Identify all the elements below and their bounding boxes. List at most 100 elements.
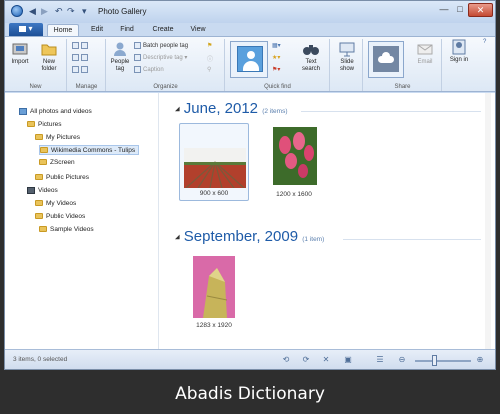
collapse-arrow-icon: ◢ [175, 234, 180, 241]
nav-videos[interactable]: Videos [27, 186, 58, 196]
group-label-manage: Manage [75, 84, 98, 90]
caption-label: Caption [143, 67, 164, 74]
help-icon[interactable]: ? [483, 39, 486, 45]
quick-access-dropdown-icon[interactable]: ▾ [82, 6, 87, 17]
nav-wikimedia-tulips[interactable]: Wikimedia Commons - Tulips [39, 145, 140, 155]
nav-label: Sample Videos [50, 226, 94, 233]
delete-icon[interactable]: ✕ [321, 355, 331, 365]
cactus-flower-photo [193, 256, 235, 318]
main-area: All photos and videos Pictures My Pictur… [5, 93, 495, 349]
new-folder-icon [41, 44, 57, 56]
people-gallery-box[interactable] [230, 41, 268, 78]
forward-icon[interactable]: ▶ [41, 6, 48, 17]
sign-in-button[interactable]: Sign in [445, 39, 473, 64]
group-header-september-2009[interactable]: ◢ September, 2009 (1 item) [175, 228, 324, 245]
slideshow-icon[interactable]: ▣ [343, 355, 353, 365]
group-divider [301, 111, 481, 112]
close-button[interactable]: ✕ [468, 3, 493, 17]
nav-pictures[interactable]: Pictures [27, 120, 61, 130]
text-search-button[interactable]: Text search [296, 41, 326, 73]
properties-icon [72, 54, 79, 61]
people-tag-button[interactable]: People tag [109, 41, 131, 73]
filter-flag-icon[interactable]: ⚑▾ [272, 66, 280, 73]
filter-people-icon[interactable]: ▦▾ [272, 42, 281, 49]
caption-icon [134, 66, 141, 73]
ribbon-tabs: ▾ Home Edit Find Create View [5, 23, 495, 37]
photo-gallery-window: ◀ ▶ ↶ ↷ ▾ Photo Gallery — □ ✕ ▾ Home Edi… [4, 0, 496, 370]
app-icon[interactable] [11, 5, 23, 17]
ribbon-group-share: Email Share [364, 39, 442, 91]
ribbon: Import New folder New Manage People tag … [5, 36, 495, 92]
nav-label: All photos and videos [30, 108, 92, 115]
ribbon-group-new: Import New folder New [5, 39, 67, 91]
minimize-button[interactable]: — [436, 3, 452, 17]
back-icon[interactable]: ◀ [29, 6, 36, 17]
nav-label: Public Pictures [46, 174, 89, 181]
redo-icon[interactable]: ↷ [67, 6, 75, 17]
binoculars-icon [303, 45, 319, 55]
maximize-button[interactable]: □ [452, 3, 468, 17]
file-menu-button[interactable]: ▾ [9, 23, 43, 36]
nav-label: ZScreen [50, 159, 75, 166]
sign-in-icon [452, 39, 466, 55]
group-header-june-2012[interactable]: ◢ June, 2012 (2 items) [175, 100, 287, 117]
image-dimensions: 900 x 600 [199, 190, 229, 197]
manage-row-3[interactable] [72, 66, 90, 73]
undo-icon[interactable]: ↶ [55, 6, 63, 17]
image-dimensions: 1200 x 1600 [276, 191, 312, 198]
flag-icon[interactable]: ⚑ [207, 42, 212, 49]
filter-rating-icon[interactable]: ★▾ [272, 54, 280, 61]
vertical-scrollbar[interactable] [485, 93, 491, 349]
tulip-field-photo [184, 148, 246, 188]
slide-show-button[interactable]: Slide show [333, 41, 361, 73]
rotate-right-icon[interactable]: ⟳ [301, 355, 311, 365]
zoom-out-icon[interactable]: ⊖ [397, 355, 407, 365]
nav-zscreen[interactable]: ZScreen [39, 158, 75, 168]
import-button[interactable]: Import [8, 41, 32, 66]
delete-icon [81, 66, 88, 73]
nav-all-photos[interactable]: All photos and videos [19, 107, 92, 117]
skydrive-icon [373, 46, 399, 72]
descriptive-tag-button[interactable]: Descriptive tag ▾ [134, 54, 187, 61]
text-search-label: Text search [301, 59, 320, 72]
footer-caption: Abadis Dictionary [0, 372, 500, 414]
person-icon [237, 46, 263, 72]
caption-button[interactable]: Caption [134, 66, 164, 73]
zoom-slider-thumb[interactable] [432, 355, 437, 366]
email-button[interactable]: Email [412, 41, 438, 66]
rotate-left-icon [81, 42, 88, 49]
window-title: Photo Gallery [98, 7, 147, 16]
new-folder-button[interactable]: New folder [35, 41, 63, 73]
slide-show-icon [339, 42, 355, 57]
nav-my-pictures[interactable]: My Pictures [35, 133, 80, 143]
group-label-share: Share [394, 84, 411, 90]
manage-row-2[interactable] [72, 54, 90, 61]
rotate-left-icon[interactable]: ⟲ [281, 355, 291, 365]
zoom-slider-track[interactable] [415, 360, 471, 362]
title-bar: ◀ ▶ ↶ ↷ ▾ Photo Gallery — □ ✕ [5, 1, 495, 23]
folder-icon [40, 147, 48, 154]
details-view-icon[interactable]: ☰ [375, 355, 385, 365]
thumbnail-pink-tulips[interactable]: 1200 x 1600 [269, 123, 319, 203]
file-menu-chevron: ▾ [28, 24, 33, 33]
nav-sample-videos[interactable]: Sample Videos [39, 225, 94, 235]
nav-label: Wikimedia Commons - Tulips [51, 147, 136, 154]
ribbon-group-organize: People tag Batch people tag Descriptive … [107, 39, 225, 91]
batch-people-tag-button[interactable]: Batch people tag [134, 42, 188, 49]
group-title: September, 2009 [183, 228, 299, 245]
zoom-in-icon[interactable]: ⊕ [475, 355, 485, 365]
nav-public-pictures[interactable]: Public Pictures [35, 173, 89, 183]
thumbnail-tulip-field[interactable]: 900 x 600 [179, 123, 249, 201]
people-tag-label: People tag [110, 59, 130, 72]
info-icon[interactable]: ⓘ [207, 54, 213, 63]
video-icon [27, 186, 35, 194]
tag-icon [134, 54, 141, 61]
geotag-icon[interactable]: ⚲ [207, 66, 211, 73]
nav-my-videos[interactable]: My Videos [35, 199, 76, 209]
nav-label: Videos [38, 187, 58, 194]
folder-icon [35, 213, 43, 220]
nav-public-videos[interactable]: Public Videos [35, 212, 85, 222]
share-gallery-box[interactable] [368, 41, 404, 78]
thumbnail-cactus-flower[interactable]: 1283 x 1920 [189, 256, 239, 336]
manage-row-1[interactable] [72, 42, 90, 49]
